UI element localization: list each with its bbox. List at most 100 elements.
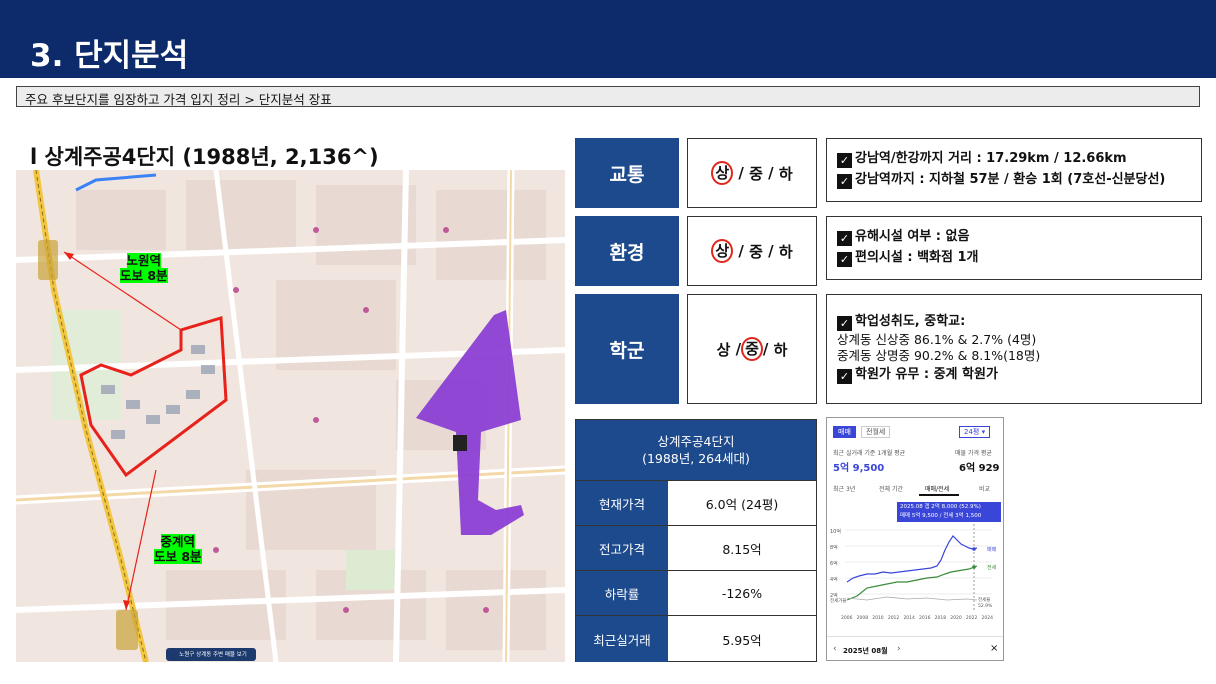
series-label-sale: 매매 xyxy=(987,547,997,553)
tab-lease[interactable]: 전월세 xyxy=(861,426,891,438)
category-school: 학군 xyxy=(575,294,679,404)
grade-mid: 중 xyxy=(749,164,763,183)
grade-low: 하 xyxy=(773,340,788,359)
map-canvas xyxy=(16,170,565,662)
series-label-ratio: 전세율 52.9% xyxy=(978,598,993,609)
grade-selected: 상 xyxy=(711,239,734,263)
checkbox-icon: ✓ xyxy=(837,174,852,189)
category-transport: 교통 xyxy=(575,138,679,208)
breadcrumb: 주요 후보단지를 임장하고 가격 입지 정리 > 단지분석 장표 xyxy=(16,86,1200,107)
tab-sale[interactable]: 매매 xyxy=(833,426,856,438)
row-label: 최근실거래 xyxy=(576,616,668,662)
price-table-title: 상계주공4단지 xyxy=(657,434,735,449)
price-table-header: 상계주공4단지 (1988년, 264세대) xyxy=(576,420,816,480)
row-label: 전고가격 xyxy=(576,526,668,570)
x-tick: 2006 xyxy=(841,616,853,621)
month-nav-label: 2025년 08월 xyxy=(843,647,888,655)
detail-school: ✓ 학업성취도, 중학교: 상계동 신상중 86.1% & 2.7% (4명) 중… xyxy=(826,294,1202,404)
page-header: 3. 단지분석 xyxy=(0,0,1216,78)
range-tab[interactable]: 전체 기간 xyxy=(879,484,903,493)
checkbox-icon: ✓ xyxy=(837,231,852,246)
x-tick: 2014 xyxy=(903,616,915,621)
sale-series xyxy=(846,535,978,583)
avg-value: 5억 9,500 xyxy=(833,463,885,474)
y-tick: 전세가율 xyxy=(830,599,847,604)
y-tick: 10억 xyxy=(830,529,841,535)
x-tick: 2016 xyxy=(919,616,931,621)
station-label-nowon: 노원역 도보 8분 xyxy=(120,253,168,283)
area-select[interactable]: 24평 ▾ xyxy=(959,426,991,438)
detail-item: ✓ 유해시설 여부 : 없음 xyxy=(837,226,1191,247)
grade-low: 하 xyxy=(778,164,793,183)
category-environment: 환경 xyxy=(575,216,679,286)
detail-item: ✓ 강남역/한강까지 거리 : 17.29km / 12.66km xyxy=(837,148,1191,169)
checkbox-icon: ✓ xyxy=(837,153,852,168)
detail-item: ✓ 학업성취도, 중학교: xyxy=(837,311,1191,332)
price-table: 상계주공4단지 (1988년, 264세대) 현재가격 6.0억 (24평) 전… xyxy=(575,419,817,662)
row-value: 8.15억 xyxy=(722,541,762,557)
grade-mid: 중 xyxy=(749,242,763,261)
row-value: 5.95억 xyxy=(722,632,762,648)
map-listing-button[interactable]: 노원구 상계동 주변 매물 보기 xyxy=(168,649,258,661)
range-tab[interactable]: 비교 xyxy=(979,484,990,493)
station-name: 노원역 xyxy=(126,253,162,268)
complex-title: l 상계주공4단지 (1988년, 2,136^) xyxy=(30,145,379,169)
breadcrumb-text: 주요 후보단지를 임장하고 가격 입지 정리 > 단지분석 장표 xyxy=(25,92,332,107)
table-row: 하락률 -126% xyxy=(576,570,816,615)
tooltip-line: 2025.08 갭 2억 8,000 (52.9%) xyxy=(900,504,981,510)
lease-series xyxy=(846,565,978,601)
month-nav-divider xyxy=(827,636,1003,637)
checkbox-icon: ✓ xyxy=(837,369,852,384)
x-tick: 2010 xyxy=(872,616,884,621)
grade-selected: 상 xyxy=(711,161,734,185)
ask-label: 매물 가격 평균 xyxy=(955,450,992,457)
row-label: 현재가격 xyxy=(576,481,668,525)
grade-high: 상 xyxy=(716,340,731,359)
detail-item: ✓ 강남역까지 : 지하철 57분 / 환승 1회 (7호선-신분당선) xyxy=(837,169,1191,190)
detail-item: ✓ 학원가 유무 : 중계 학원가 xyxy=(837,364,1191,385)
price-chart-screenshot: 매매 전월세 24평 ▾ 최근 실거래 기준 1개월 평균 5억 9,500 매… xyxy=(826,417,1004,661)
grade-selected: 중 xyxy=(741,337,763,361)
map-view[interactable]: 노원역 도보 8분 중계역 도보 8분 노원구 상계동 주변 매물 보기 xyxy=(16,170,565,662)
chart-tooltip: 2025.08 갭 2억 8,000 (52.9%) 매매 5억 9,500 /… xyxy=(897,502,1001,522)
y-tick: 6억 xyxy=(830,561,838,567)
tooltip-line: 매매 5억 9,500 / 전세 3억 1,500 xyxy=(900,513,982,519)
detail-item: 중계동 상명중 90.2% & 8.1%(18명) xyxy=(837,348,1041,363)
ratio-series xyxy=(846,596,978,601)
x-ticks: 2006 2008 2010 2012 2014 2016 2018 2020 … xyxy=(841,616,993,621)
x-tick: 2012 xyxy=(887,616,900,621)
x-tick: 2008 xyxy=(856,616,869,621)
range-tab[interactable]: 최근 3년 xyxy=(833,484,855,493)
x-tick: 2020 xyxy=(950,616,962,621)
detail-item: 상계동 신상중 86.1% & 2.7% (4명) xyxy=(837,332,1037,347)
y-tick: 4억 xyxy=(830,577,838,583)
row-value: 6.0억 (24평) xyxy=(705,496,779,512)
station-label-junggye: 중계역 도보 8분 xyxy=(154,534,202,564)
price-table-subtitle: (1988년, 264세대) xyxy=(642,451,750,466)
avg-label: 최근 실거래 기준 1개월 평균 xyxy=(833,450,906,457)
x-tick: 2024 xyxy=(981,616,993,621)
close-icon[interactable]: × xyxy=(990,643,998,654)
grade-low: 하 xyxy=(778,242,793,261)
x-tick: 2018 xyxy=(934,616,947,621)
next-month-icon[interactable]: › xyxy=(897,644,901,654)
x-tick: 2022 xyxy=(965,616,978,621)
range-tab-active[interactable]: 매매/전세 xyxy=(925,484,949,493)
detail-item: ✓ 편의시설 : 백화점 1개 xyxy=(837,247,1191,268)
series-label-lease: 전세 xyxy=(987,565,997,571)
station-walk: 도보 8분 xyxy=(120,268,168,283)
range-tab-underline xyxy=(919,494,959,496)
row-value: -126% xyxy=(721,585,763,601)
table-row: 최근실거래 5.95억 xyxy=(576,615,816,662)
checkbox-icon: ✓ xyxy=(837,316,852,331)
page-title: 3. 단지분석 xyxy=(30,38,189,74)
prev-month-icon[interactable]: ‹ xyxy=(833,644,837,654)
detail-transport: ✓ 강남역/한강까지 거리 : 17.29km / 12.66km ✓ 강남역까지 … xyxy=(826,138,1202,202)
grade-transport: 상 / 중 / 하 xyxy=(687,138,817,208)
detail-environment: ✓ 유해시설 여부 : 없음 ✓ 편의시설 : 백화점 1개 xyxy=(826,216,1202,280)
table-row: 현재가격 6.0억 (24평) xyxy=(576,480,816,525)
row-label: 하락률 xyxy=(576,571,668,615)
y-tick: 8억 xyxy=(830,545,838,551)
ask-value: 6억 929 xyxy=(959,463,1000,474)
grade-school: 상 / 중 / 하 xyxy=(687,294,817,404)
